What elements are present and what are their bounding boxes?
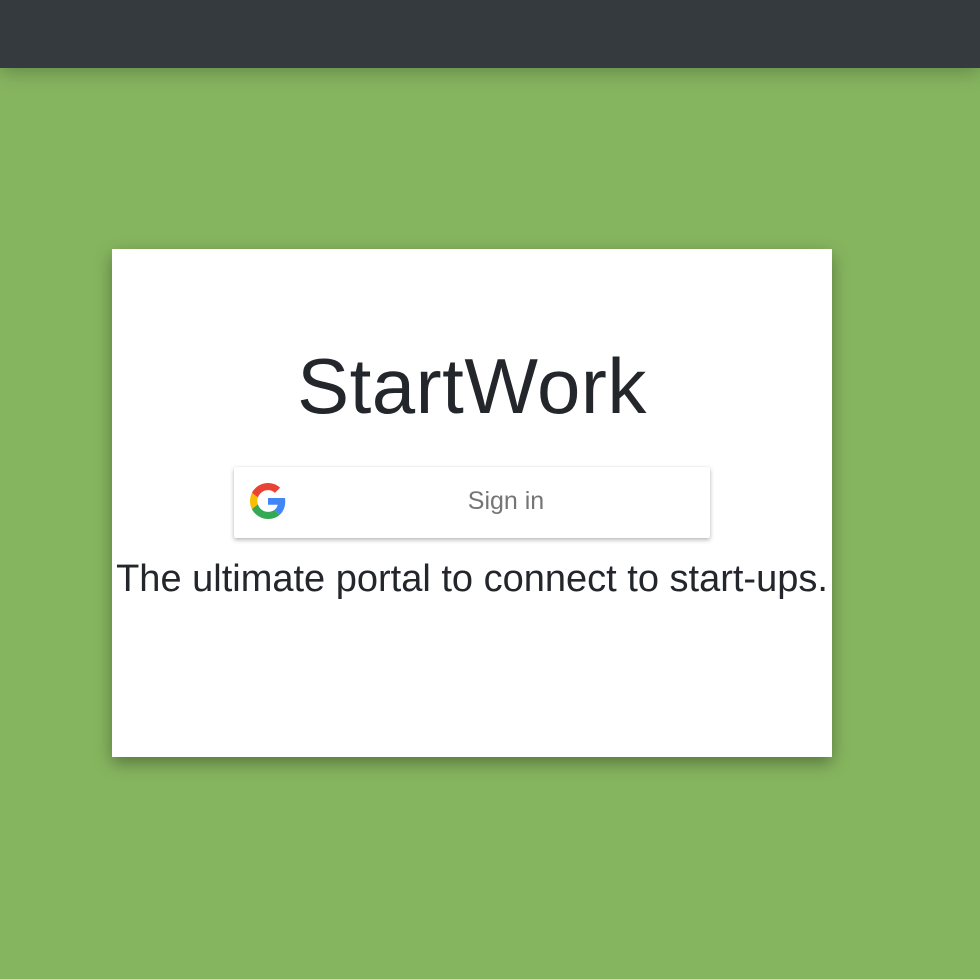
sign-in-label[interactable]: Sign in [286, 467, 726, 538]
page: StartWork Sign in The ultimate portal to… [0, 0, 980, 979]
app-title: StartWork [297, 342, 647, 430]
top-bar [0, 0, 980, 68]
tagline: The ultimate portal to connect to start-… [116, 558, 828, 600]
google-g-icon [250, 483, 286, 519]
